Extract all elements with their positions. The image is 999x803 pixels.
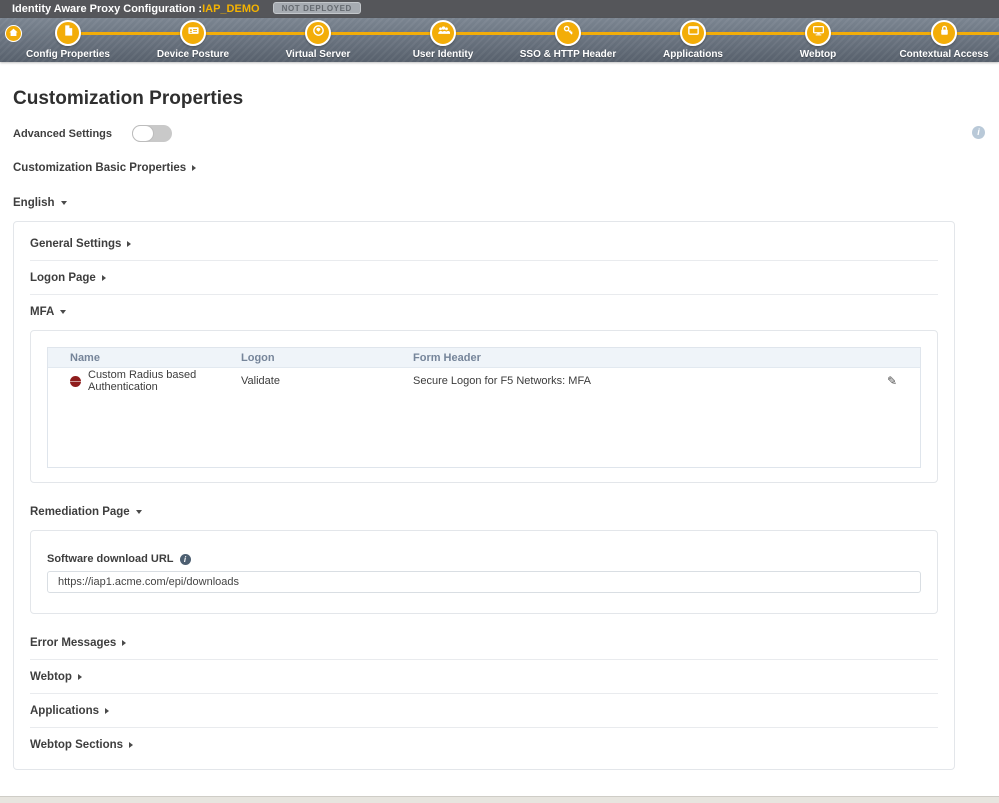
advanced-settings-label: Advanced Settings: [13, 127, 113, 140]
radius-auth-icon: [70, 375, 81, 387]
section-label: Applications: [30, 705, 100, 717]
globe-icon: [312, 24, 325, 42]
step-user-identity[interactable]: User Identity: [388, 20, 498, 60]
step-label: Config Properties: [26, 49, 110, 60]
field-label-text: Software download URL: [47, 553, 174, 565]
window-icon: [687, 24, 700, 42]
section-webtop[interactable]: Webtop: [14, 660, 954, 693]
users-icon: [437, 24, 451, 42]
key-icon: [562, 24, 575, 42]
toggle-knob: [132, 125, 155, 142]
section-label: Error Messages: [30, 637, 117, 649]
step-label: User Identity: [412, 49, 474, 60]
chevron-down-icon: [135, 510, 142, 514]
section-label: Logon Page: [30, 272, 96, 284]
step-label: Virtual Server: [285, 49, 351, 60]
lock-icon: [938, 24, 951, 42]
step-applications[interactable]: Applications: [638, 20, 748, 60]
step-label: Contextual Access: [899, 49, 989, 60]
step-contextual-access[interactable]: Contextual Access: [889, 20, 999, 60]
software-download-url-label: Software download URL i: [47, 553, 921, 565]
chevron-right-icon: [105, 708, 110, 714]
top-title-bar: Identity Aware Proxy Configuration :IAP_…: [0, 0, 999, 18]
software-download-url-input[interactable]: [47, 571, 921, 593]
section-label: Webtop Sections: [30, 739, 124, 751]
info-icon[interactable]: i: [179, 553, 191, 565]
document-icon: [62, 24, 75, 42]
step-sso-http-header[interactable]: SSO & HTTP Header: [513, 20, 623, 60]
mfa-panel: Name Logon Form Header Custom Radius bas…: [30, 330, 938, 483]
edit-icon[interactable]: ✎: [887, 374, 897, 388]
chevron-right-icon: [77, 674, 82, 680]
table-row: Custom Radius based Authentication Valid…: [48, 368, 920, 394]
chevron-right-icon: [192, 165, 197, 171]
row-name: Custom Radius based Authentication: [88, 369, 197, 393]
main-content: Customization Properties i Advanced Sett…: [0, 88, 999, 803]
section-webtop-sections[interactable]: Webtop Sections: [14, 728, 954, 761]
section-label: Remediation Page: [30, 506, 130, 518]
advanced-settings-toggle[interactable]: [132, 125, 173, 142]
id-card-icon: [187, 24, 200, 42]
step-label: SSO & HTTP Header: [519, 49, 617, 60]
section-label: Webtop: [30, 671, 72, 683]
step-label: Applications: [662, 49, 723, 60]
column-header-form-header: Form Header: [413, 351, 481, 364]
section-label: Customization Basic Properties: [13, 162, 187, 174]
chevron-down-icon: [60, 310, 67, 314]
section-mfa[interactable]: MFA: [14, 295, 954, 328]
mfa-table: Name Logon Form Header Custom Radius bas…: [47, 347, 921, 468]
config-title: Identity Aware Proxy Configuration :: [12, 3, 203, 15]
section-label: General Settings: [30, 238, 122, 250]
bottom-strip: [0, 796, 999, 803]
section-applications[interactable]: Applications: [14, 694, 954, 727]
page-title: Customization Properties: [13, 88, 244, 109]
section-general-settings[interactable]: General Settings: [14, 227, 954, 260]
monitor-icon: [812, 24, 825, 42]
remediation-panel: Software download URL i: [30, 530, 938, 614]
language-dropdown[interactable]: English: [13, 197, 999, 209]
step-label: Device Posture: [156, 49, 230, 60]
step-label: Webtop: [799, 49, 837, 60]
config-name: IAP_DEMO: [202, 3, 260, 15]
section-customization-basic-properties[interactable]: Customization Basic Properties: [13, 162, 999, 174]
chevron-down-icon: [60, 201, 67, 205]
section-remediation-page[interactable]: Remediation Page: [14, 495, 954, 528]
section-error-messages[interactable]: Error Messages: [14, 626, 954, 659]
step-webtop[interactable]: Webtop: [763, 20, 873, 60]
step-virtual-server[interactable]: Virtual Server: [263, 20, 373, 60]
column-header-name: Name: [70, 351, 100, 364]
row-logon: Validate: [241, 375, 280, 387]
chevron-right-icon: [127, 241, 132, 247]
info-icon[interactable]: i: [972, 126, 985, 139]
customization-panel: General Settings Logon Page MFA Name Log…: [13, 221, 955, 770]
table-header-row: Name Logon Form Header: [48, 348, 920, 368]
step-device-posture[interactable]: Device Posture: [138, 20, 248, 60]
wizard-stepper: Config Properties Device Posture Virtual…: [0, 18, 999, 62]
language-selected-label: English: [13, 197, 55, 209]
section-label: MFA: [30, 306, 55, 318]
chevron-right-icon: [122, 640, 127, 646]
app-window: Identity Aware Proxy Configuration :IAP_…: [0, 0, 999, 803]
column-header-logon: Logon: [241, 351, 275, 364]
advanced-settings-row: Advanced Settings: [13, 125, 999, 142]
status-badge: NOT DEPLOYED: [272, 2, 361, 14]
chevron-right-icon: [101, 275, 106, 281]
step-config-properties[interactable]: Config Properties: [13, 20, 123, 60]
chevron-right-icon: [129, 742, 134, 748]
row-form-header: Secure Logon for F5 Networks: MFA: [413, 375, 591, 387]
section-logon-page[interactable]: Logon Page: [14, 261, 954, 294]
